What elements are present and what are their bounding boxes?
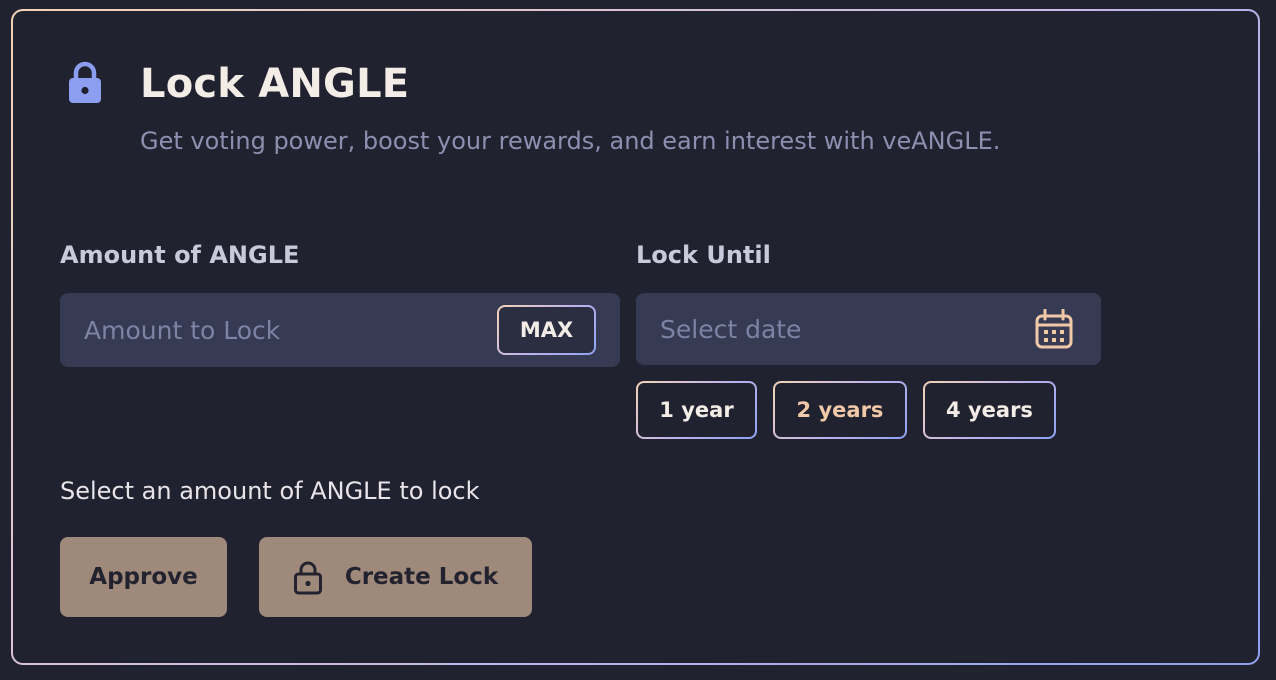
approve-button[interactable]: Approve — [60, 537, 227, 617]
amount-field: MAX — [60, 293, 620, 367]
create-lock-button[interactable]: Create Lock — [259, 537, 532, 617]
preset-label: 4 years — [925, 383, 1054, 437]
preset-label: 2 years — [775, 383, 905, 437]
status-message: Select an amount of ANGLE to lock — [60, 477, 480, 505]
lock-icon — [293, 561, 322, 595]
preset-1-year-button[interactable]: 1 year — [636, 381, 757, 439]
amount-input[interactable] — [84, 293, 464, 367]
max-button-label: MAX — [499, 307, 594, 353]
approve-button-label: Approve — [89, 564, 198, 590]
date-field — [636, 293, 1101, 365]
create-lock-button-label: Create Lock — [344, 564, 499, 590]
preset-label: 1 year — [638, 383, 755, 437]
max-button[interactable]: MAX — [497, 305, 596, 355]
preset-4-years-button[interactable]: 4 years — [923, 381, 1056, 439]
calendar-icon[interactable] — [1035, 309, 1073, 349]
page-subtitle: Get voting power, boost your rewards, an… — [140, 127, 1001, 155]
preset-2-years-button[interactable]: 2 years — [773, 381, 907, 439]
page-title: Lock ANGLE — [140, 61, 410, 107]
lock-until-label: Lock Until — [636, 241, 771, 269]
lock-panel: Lock ANGLE Get voting power, boost your … — [11, 9, 1260, 665]
amount-label: Amount of ANGLE — [60, 241, 300, 269]
date-input[interactable] — [660, 293, 1000, 365]
lock-panel-body: Lock ANGLE Get voting power, boost your … — [13, 11, 1258, 663]
lock-icon — [69, 61, 101, 103]
